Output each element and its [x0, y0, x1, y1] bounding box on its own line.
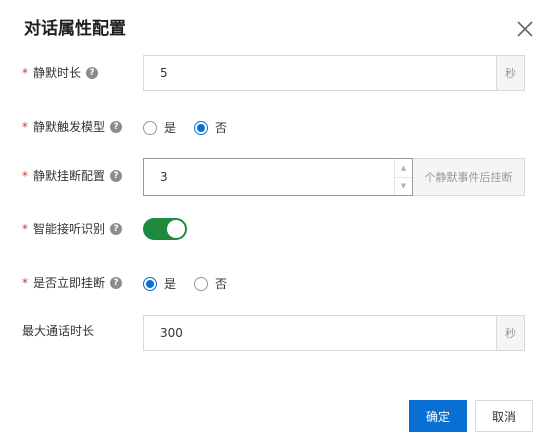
- label-silence-duration: * 静默时长 ?: [22, 65, 99, 81]
- radio-label: 是: [164, 121, 177, 135]
- label-text: 静默挂断配置: [33, 169, 106, 183]
- required-mark: *: [22, 276, 28, 290]
- required-mark: *: [22, 169, 28, 183]
- close-icon[interactable]: [514, 18, 536, 40]
- radio-label: 是: [164, 277, 177, 291]
- label-smart-answer-detection: * 智能接听识别 ?: [22, 221, 123, 237]
- cancel-button[interactable]: 取消: [475, 400, 533, 432]
- label-text: 静默时长: [33, 66, 82, 80]
- hangup-suffix: 个静默事件后挂断: [413, 158, 525, 196]
- radio-yes[interactable]: 是: [143, 275, 176, 292]
- radio-checked-icon[interactable]: [194, 120, 209, 135]
- label-max-call-duration: 最大通话时长: [22, 323, 94, 339]
- dialog: 对话属性配置 * 静默时长 ? 秒 * 静默触发模型 ? 是 否 * 静默挂断配…: [0, 0, 558, 448]
- label-text: 最大通话时长: [22, 324, 95, 338]
- radio-label: 否: [215, 121, 228, 135]
- radio-no[interactable]: 否: [194, 275, 227, 292]
- unit-seconds: 秒: [496, 56, 524, 90]
- help-icon[interactable]: ?: [110, 121, 123, 133]
- dialog-title: 对话属性配置: [24, 19, 126, 39]
- max-call-duration-field: 秒: [143, 315, 525, 351]
- silence-duration-input[interactable]: [144, 56, 496, 90]
- max-call-duration-input[interactable]: [144, 316, 496, 350]
- required-mark: *: [22, 66, 28, 80]
- confirm-button[interactable]: 确定: [409, 400, 467, 432]
- decrement-icon[interactable]: ▼: [395, 178, 412, 196]
- radio-label: 否: [215, 277, 228, 291]
- stepper-controls: ▲ ▼: [394, 159, 412, 195]
- silence-hangup-input[interactable]: [144, 159, 394, 195]
- label-silence-hangup-config: * 静默挂断配置 ?: [22, 168, 123, 184]
- label-text: 智能接听识别: [33, 222, 106, 236]
- help-icon[interactable]: ?: [110, 277, 123, 289]
- radio-no[interactable]: 否: [194, 119, 227, 136]
- help-icon[interactable]: ?: [110, 223, 123, 235]
- hangup-immediately-radio-group: 是 否: [143, 275, 245, 292]
- silence-hangup-stepper: ▲ ▼: [143, 158, 413, 196]
- label-text: 是否立即挂断: [33, 276, 106, 290]
- radio-unchecked-icon[interactable]: [143, 120, 157, 135]
- toggle-knob: [167, 220, 185, 238]
- radio-unchecked-icon[interactable]: [194, 276, 209, 291]
- required-mark: *: [22, 120, 28, 134]
- increment-icon[interactable]: ▲: [395, 159, 412, 178]
- help-icon[interactable]: ?: [86, 67, 99, 79]
- silence-duration-field: 秒: [143, 55, 525, 91]
- label-silence-trigger-model: * 静默触发模型 ?: [22, 119, 123, 135]
- radio-checked-icon[interactable]: [143, 276, 157, 291]
- radio-yes[interactable]: 是: [143, 119, 176, 136]
- label-hangup-immediately: * 是否立即挂断 ?: [22, 275, 123, 291]
- required-mark: *: [22, 222, 28, 236]
- smart-answer-toggle[interactable]: [143, 218, 187, 240]
- label-text: 静默触发模型: [33, 120, 106, 134]
- help-icon[interactable]: ?: [110, 170, 123, 182]
- silence-trigger-model-radio-group: 是 否: [143, 119, 245, 136]
- unit-seconds: 秒: [496, 316, 524, 350]
